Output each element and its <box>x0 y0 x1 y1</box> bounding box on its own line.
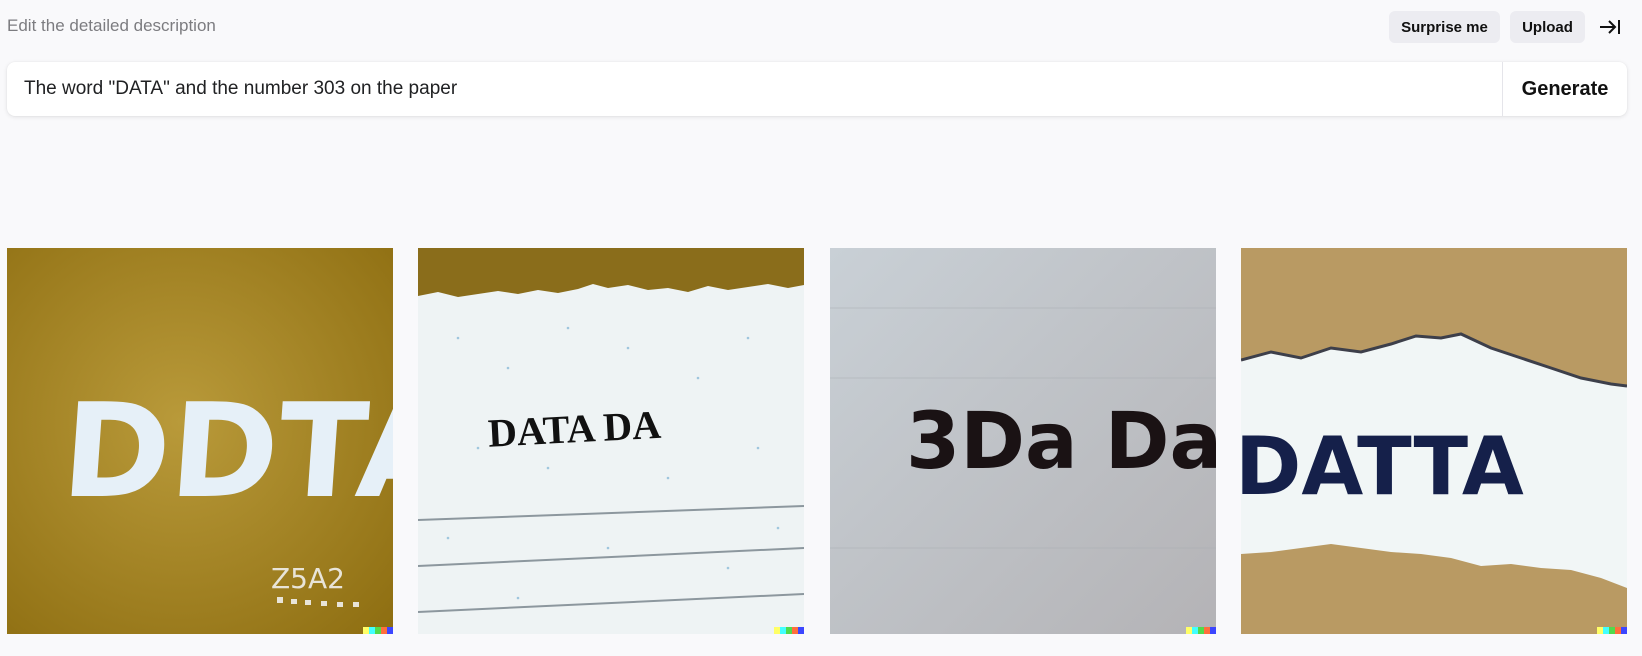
prompt-input[interactable]: The word "DATA" and the number 303 on th… <box>24 78 457 100</box>
generate-button[interactable]: Generate <box>1503 62 1627 116</box>
prompt-bar: The word "DATA" and the number 303 on th… <box>7 62 1627 116</box>
image-text: DDTA <box>57 375 393 527</box>
result-image-1[interactable]: DDTA Z5A2 <box>7 248 393 634</box>
upload-button[interactable]: Upload <box>1510 11 1585 43</box>
header-bar: Edit the detailed description Surprise m… <box>0 0 1642 52</box>
result-image-2[interactable]: DATA DA <box>418 248 804 634</box>
image-small-text: Z5A2 <box>271 562 345 595</box>
image-text: DATTA <box>1241 420 1524 513</box>
generation-signature <box>774 627 804 634</box>
generation-signature <box>1597 627 1627 634</box>
description-hint: Edit the detailed description <box>7 16 216 35</box>
image-text: DATA DA <box>487 402 662 456</box>
result-image-3[interactable]: 3Da Dat <box>830 248 1216 634</box>
image-text: 3Da Dat <box>906 397 1216 487</box>
generation-signature <box>363 627 393 634</box>
surprise-me-button[interactable]: Surprise me <box>1389 11 1500 43</box>
result-image-4[interactable]: DATTA <box>1241 248 1627 634</box>
arrow-to-right-bar-icon[interactable] <box>1596 14 1624 40</box>
generation-signature <box>1186 627 1216 634</box>
